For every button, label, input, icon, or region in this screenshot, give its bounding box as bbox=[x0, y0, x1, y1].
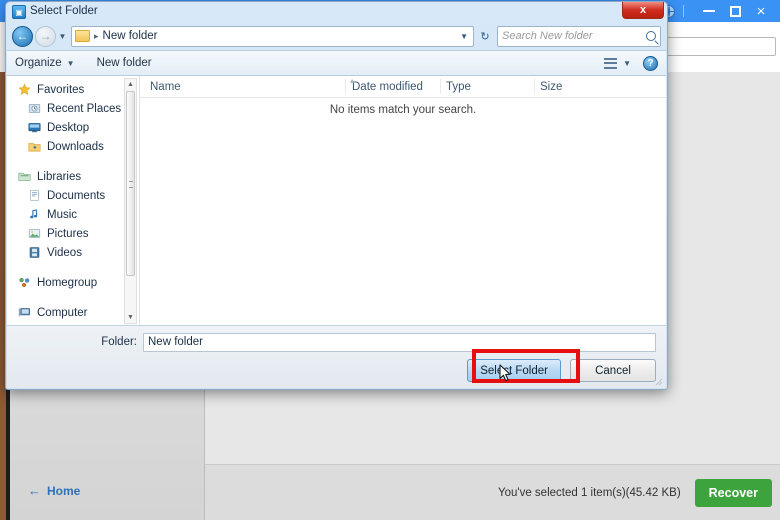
search-placeholder: Search New folder bbox=[502, 30, 646, 42]
select-folder-dialog: ▣ Select Folder x ← → ▼ ▸ New folder ▼ ↻… bbox=[5, 1, 668, 390]
select-folder-button[interactable]: Select Folder bbox=[467, 359, 561, 382]
column-header-size[interactable]: Size bbox=[540, 76, 562, 97]
organize-menu-button[interactable]: Organize ▼ bbox=[15, 57, 75, 69]
tree-label: Desktop bbox=[47, 122, 89, 134]
dialog-body: Favorites Recent Places Desktop bbox=[7, 76, 666, 326]
tree-item-computer[interactable]: Computer bbox=[17, 303, 88, 322]
tree-label: Favorites bbox=[37, 84, 84, 96]
tree-item-libraries[interactable]: Libraries bbox=[17, 167, 81, 186]
navigation-pane: Favorites Recent Places Desktop bbox=[7, 76, 140, 326]
scroll-up-arrow-icon[interactable]: ▲ bbox=[125, 79, 136, 90]
column-header-row: Name Date modified Type Size ▴ bbox=[140, 76, 666, 98]
recover-button[interactable]: Recover bbox=[695, 479, 772, 507]
videos-icon bbox=[27, 246, 42, 259]
navigation-pane-scrollbar[interactable]: ▲ ▼ bbox=[124, 78, 137, 324]
tree-item-favorites[interactable]: Favorites bbox=[17, 80, 84, 99]
scrollbar-thumb[interactable] bbox=[126, 91, 135, 276]
desktop-icon bbox=[27, 121, 42, 134]
computer-icon bbox=[17, 306, 32, 319]
dialog-toolbar: Organize ▼ New folder ▼ ? bbox=[7, 50, 666, 76]
dialog-search-input[interactable]: Search New folder bbox=[497, 26, 661, 47]
resize-grip-icon[interactable] bbox=[653, 376, 663, 386]
tree-item-music[interactable]: Music bbox=[27, 205, 77, 224]
folder-app-icon: ▣ bbox=[12, 5, 26, 19]
maximize-button[interactable] bbox=[722, 1, 748, 21]
tree-item-homegroup[interactable]: Homegroup bbox=[17, 273, 97, 292]
address-bar[interactable]: ▸ New folder ▼ bbox=[71, 26, 474, 47]
folder-name-row: Folder: New folder bbox=[7, 332, 656, 352]
organize-label: Organize bbox=[15, 57, 62, 69]
column-divider[interactable] bbox=[345, 79, 346, 94]
recent-locations-caret-icon[interactable]: ▼ bbox=[56, 26, 69, 47]
folder-icon bbox=[75, 30, 90, 42]
tree-label: Libraries bbox=[37, 171, 81, 183]
refresh-icon[interactable]: ↻ bbox=[474, 26, 496, 47]
tree-label: Recent Places bbox=[47, 103, 121, 115]
dialog-button-row: Select Folder Cancel bbox=[467, 359, 656, 382]
close-button[interactable]: × bbox=[748, 1, 774, 21]
tree-label: Documents bbox=[47, 190, 105, 202]
tree-label: Pictures bbox=[47, 228, 89, 240]
tree-label: Computer bbox=[37, 307, 88, 319]
tree-item-pictures[interactable]: Pictures bbox=[27, 224, 89, 243]
dialog-title: Select Folder bbox=[30, 5, 98, 17]
tree-item-downloads[interactable]: Downloads bbox=[27, 137, 104, 156]
change-view-icon[interactable] bbox=[604, 58, 617, 69]
dialog-footer: Folder: New folder Select Folder Cancel bbox=[7, 325, 666, 388]
folder-name-input[interactable]: New folder bbox=[143, 333, 656, 352]
back-button[interactable]: ← bbox=[12, 26, 33, 47]
homegroup-icon bbox=[17, 276, 32, 289]
column-divider[interactable] bbox=[440, 79, 441, 94]
chevron-down-icon[interactable]: ▼ bbox=[460, 32, 468, 41]
chevron-down-icon: ▼ bbox=[67, 59, 75, 68]
breadcrumb-separator-icon: ▸ bbox=[94, 31, 99, 42]
chevron-down-icon[interactable]: ▼ bbox=[623, 59, 631, 68]
titlebar-divider bbox=[683, 5, 684, 17]
selection-status-text: You've selected 1 item(s)(45.42 KB) bbox=[498, 487, 681, 499]
tree-item-recent-places[interactable]: Recent Places bbox=[27, 99, 121, 118]
downloads-icon bbox=[27, 140, 42, 153]
sort-indicator-icon: ▴ bbox=[350, 76, 354, 85]
tree-item-desktop[interactable]: Desktop bbox=[27, 118, 89, 137]
music-icon bbox=[27, 208, 42, 221]
home-link[interactable]: ← Home bbox=[28, 483, 80, 498]
documents-icon bbox=[27, 189, 42, 202]
minimize-button[interactable] bbox=[696, 1, 722, 21]
column-divider[interactable] bbox=[534, 79, 535, 94]
file-list-pane[interactable]: Name Date modified Type Size ▴ No items … bbox=[140, 76, 666, 326]
tree-label: Downloads bbox=[47, 141, 104, 153]
tree-label: Homegroup bbox=[37, 277, 97, 289]
tree-label: Music bbox=[47, 209, 77, 221]
scroll-down-arrow-icon[interactable]: ▼ bbox=[125, 312, 136, 323]
help-icon[interactable]: ? bbox=[643, 56, 658, 71]
column-header-date-modified[interactable]: Date modified bbox=[352, 76, 423, 97]
search-icon bbox=[646, 31, 656, 41]
home-label: Home bbox=[47, 484, 80, 498]
pictures-icon bbox=[27, 227, 42, 240]
tree-item-videos[interactable]: Videos bbox=[27, 243, 82, 262]
new-folder-button[interactable]: New folder bbox=[97, 57, 152, 69]
libraries-icon bbox=[17, 170, 32, 183]
app-statusbar: You've selected 1 item(s)(45.42 KB) Reco… bbox=[205, 465, 780, 520]
cancel-button[interactable]: Cancel bbox=[570, 359, 656, 382]
tree-item-documents[interactable]: Documents bbox=[27, 186, 105, 205]
tree-label: Videos bbox=[47, 247, 82, 259]
forward-button[interactable]: → bbox=[35, 26, 56, 47]
breadcrumb-path[interactable]: New folder bbox=[103, 30, 158, 42]
recent-icon bbox=[27, 102, 42, 115]
folder-label: Folder: bbox=[7, 336, 143, 348]
column-header-type[interactable]: Type bbox=[446, 76, 471, 97]
back-arrow-icon: ← bbox=[28, 483, 41, 498]
dialog-titlebar: ▣ Select Folder x bbox=[6, 2, 667, 22]
dialog-address-row: ← → ▼ ▸ New folder ▼ ↻ Search New folder bbox=[6, 22, 667, 50]
empty-list-message: No items match your search. bbox=[140, 104, 666, 116]
dialog-close-button[interactable]: x bbox=[622, 2, 664, 19]
column-header-name[interactable]: Name bbox=[150, 76, 181, 97]
star-icon bbox=[17, 83, 32, 96]
